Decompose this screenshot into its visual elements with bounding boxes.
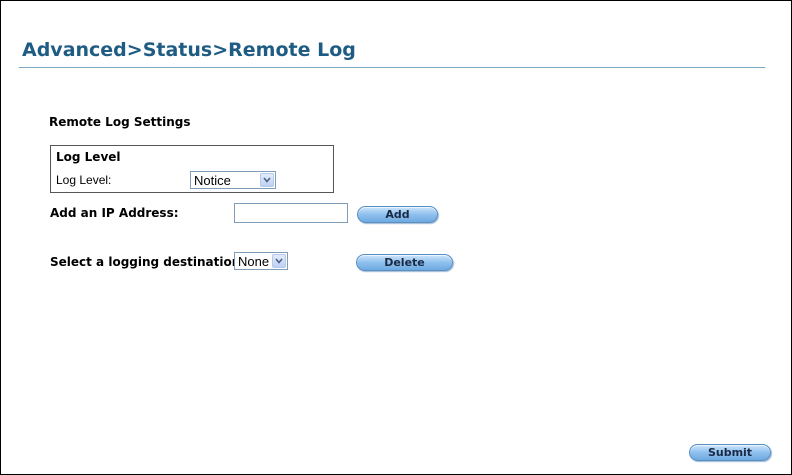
log-level-select[interactable]: Notice <box>190 171 276 189</box>
logging-destination-select[interactable]: None <box>234 252 288 270</box>
page-title: Advanced>Status>Remote Log <box>22 39 356 61</box>
logging-destination-selected-value: None <box>238 254 270 269</box>
logging-destination-label: Select a logging destination: <box>50 255 246 269</box>
title-divider <box>19 67 765 68</box>
log-level-label: Log Level: <box>56 173 112 187</box>
add-button[interactable]: Add <box>357 206 438 223</box>
add-ip-label: Add an IP Address: <box>50 206 179 220</box>
log-level-group: Log Level Log Level: Notice <box>50 145 334 193</box>
section-heading: Remote Log Settings <box>49 115 191 129</box>
delete-button[interactable]: Delete <box>356 254 453 271</box>
chevron-down-icon[interactable] <box>260 173 274 187</box>
ip-address-input[interactable] <box>234 203 348 223</box>
chevron-down-icon[interactable] <box>272 254 286 268</box>
log-level-selected-value: Notice <box>194 173 231 188</box>
submit-button[interactable]: Submit <box>689 444 771 461</box>
log-level-group-title: Log Level <box>56 150 121 164</box>
page-frame: Advanced>Status>Remote Log Remote Log Se… <box>0 0 792 475</box>
